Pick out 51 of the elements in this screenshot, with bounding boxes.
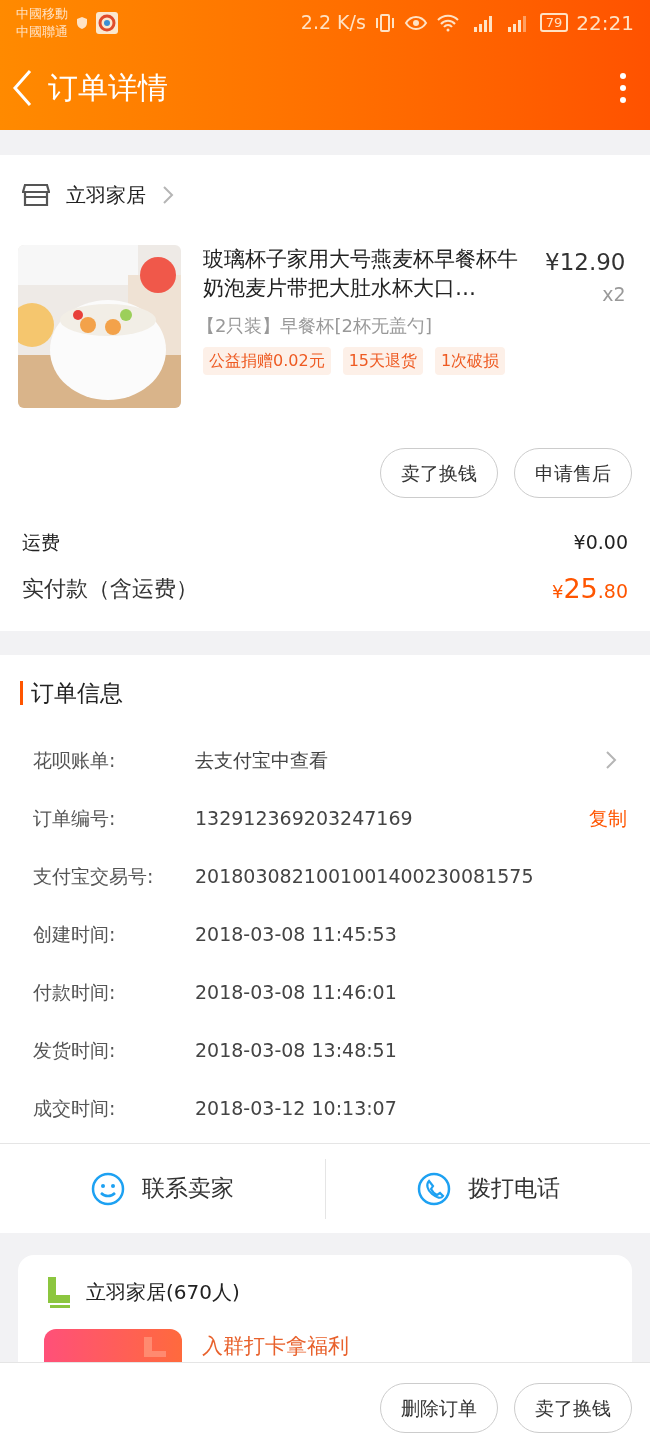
info-label: 花呗账单: xyxy=(33,747,117,773)
service-tag: 公益捐赠0.02元 xyxy=(203,347,331,375)
order-action-button[interactable]: 删除订单 xyxy=(380,1383,498,1433)
chevron-right-icon xyxy=(605,750,617,770)
info-value: 2018-03-08 11:46:01 xyxy=(195,979,398,1005)
shield-icon xyxy=(76,15,88,30)
smiley-icon xyxy=(90,1170,127,1207)
wifi-icon xyxy=(435,13,460,32)
info-label: 创建时间: xyxy=(33,921,117,947)
group-name: 立羽家居(670人) xyxy=(86,1279,240,1306)
info-value: 2018030821001001400230081575 xyxy=(195,863,535,889)
service-tag: 1次破损 xyxy=(435,347,506,375)
info-label: 发货时间: xyxy=(33,1037,117,1063)
contact-button[interactable]: 联系卖家 xyxy=(0,1158,325,1219)
carrier-name: 中國聯通 xyxy=(16,22,68,41)
chevron-right-icon xyxy=(162,185,174,205)
carrier-name: 中國移動 xyxy=(16,4,68,23)
network-speed: 2.2 K/s xyxy=(300,10,366,36)
info-value: 去支付宝中查看 xyxy=(195,747,329,773)
eye-icon xyxy=(403,13,428,32)
shop-link[interactable]: 立羽家居 xyxy=(66,180,146,210)
app-icon xyxy=(96,11,118,34)
paid-amount: ¥25.80 xyxy=(551,571,628,606)
clock-time: 22:21 xyxy=(576,9,634,37)
page-title: 订单详情 xyxy=(48,69,168,107)
section-title: 订单信息 xyxy=(31,678,123,708)
shipping-label: 运费 xyxy=(22,530,60,555)
promo-title: 入群打卡拿福利 xyxy=(202,1333,349,1360)
info-value: 2018-03-12 10:13:07 xyxy=(195,1095,398,1121)
service-tag: 15天退货 xyxy=(342,347,423,375)
info-value: 2018-03-08 11:45:53 xyxy=(195,921,398,947)
order-action-button[interactable]: 卖了换钱 xyxy=(514,1383,632,1433)
info-label: 支付宝交易号: xyxy=(33,863,155,889)
quantity: x2 xyxy=(602,281,626,307)
store-icon xyxy=(22,182,50,208)
info-label: 成交时间: xyxy=(33,1095,117,1121)
shipping-fee: ¥0.00 xyxy=(573,530,628,555)
contact-button[interactable]: 拨打电话 xyxy=(324,1158,650,1219)
info-value: 2018-03-08 13:48:51 xyxy=(195,1037,398,1063)
order-action-button[interactable]: 卖了换钱 xyxy=(380,448,498,498)
vibrate-icon xyxy=(373,12,396,33)
unit-price: ¥12.90 xyxy=(545,248,626,277)
paid-amount-label: 实付款（含运费） xyxy=(22,575,198,604)
product-title: 玻璃杯子家用大号燕麦杯早餐杯牛奶泡麦片带把大肚水杯大口… xyxy=(203,246,519,302)
battery-indicator: 79 xyxy=(539,13,569,32)
info-label: 付款时间: xyxy=(33,979,117,1005)
order-action-button[interactable]: 申请售后 xyxy=(514,448,632,498)
info-label: 订单编号: xyxy=(33,805,117,831)
phone-icon xyxy=(415,1170,452,1207)
info-value: 132912369203247169 xyxy=(195,805,414,831)
product-variant: 【2只装】早餐杯[2杯无盖勺] xyxy=(197,314,433,338)
